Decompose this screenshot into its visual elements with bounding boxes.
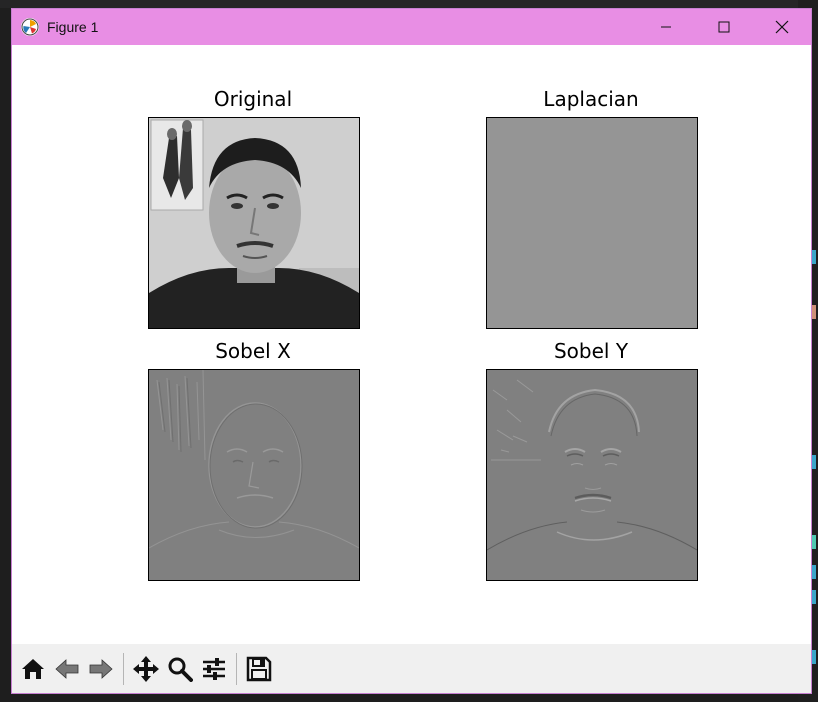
move-icon <box>133 655 159 682</box>
subplot-sobel-x <box>148 369 360 581</box>
subplot-laplacian <box>486 117 698 329</box>
subplot-title-original: Original <box>213 87 293 111</box>
subplot-title-sobel-x: Sobel X <box>215 339 291 363</box>
window-title: Figure 1 <box>47 19 99 35</box>
subplot-original <box>148 117 360 329</box>
background-editor-top <box>0 0 818 8</box>
pan-button[interactable] <box>129 652 163 686</box>
subplot-sobel-y <box>486 369 698 581</box>
original-photo <box>149 118 359 328</box>
title-bar[interactable]: Figure 1 <box>12 9 811 45</box>
minimize-icon <box>661 26 671 28</box>
back-button[interactable] <box>50 652 84 686</box>
figure-canvas[interactable]: Original Laplacian Sobel X Sobel Y <box>12 45 811 645</box>
navigation-toolbar <box>12 644 811 693</box>
figure-window: Figure 1 Original Laplacian Sobel X Sobe… <box>11 8 812 694</box>
close-button[interactable] <box>753 9 811 45</box>
maximize-icon <box>718 21 730 33</box>
close-icon <box>775 20 789 34</box>
back-arrow-icon <box>55 658 79 679</box>
toolbar-separator <box>236 652 237 685</box>
home-button[interactable] <box>16 652 50 686</box>
zoom-button[interactable] <box>163 652 197 686</box>
subplot-title-sobel-y: Sobel Y <box>553 339 629 363</box>
save-button[interactable] <box>242 652 276 686</box>
sobel-y-image <box>487 370 697 580</box>
subplot-title-laplacian: Laplacian <box>543 87 639 111</box>
matplotlib-icon <box>21 18 39 36</box>
minimize-button[interactable] <box>637 9 695 45</box>
forward-button[interactable] <box>84 652 118 686</box>
configure-subplots-button[interactable] <box>197 652 231 686</box>
zoom-icon <box>168 657 193 682</box>
save-icon <box>246 656 272 681</box>
maximize-button[interactable] <box>695 9 753 45</box>
sliders-icon <box>203 657 225 680</box>
sobel-x-image <box>149 370 359 580</box>
home-icon <box>22 658 44 679</box>
forward-arrow-icon <box>89 658 113 679</box>
toolbar-separator <box>123 652 124 685</box>
